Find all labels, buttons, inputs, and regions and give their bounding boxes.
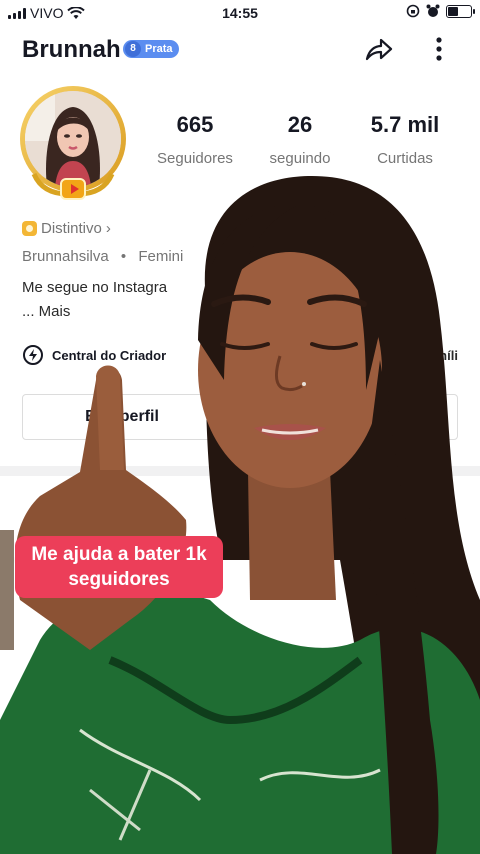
creator-bolt-icon (23, 345, 43, 365)
bio-more-link[interactable]: ... Mais (22, 303, 70, 320)
caption-sticker: Me ajuda a bater 1k seguidores (15, 536, 223, 598)
avatar[interactable] (16, 84, 130, 202)
handle-text: Brunnahsilva (22, 248, 109, 265)
caption-line-2: seguidores (68, 569, 170, 590)
gender-tag: Femini (138, 248, 184, 265)
alarm-icon (426, 4, 440, 17)
creator-center-link[interactable]: Central do Criador (22, 344, 166, 366)
stat-followers[interactable]: 665 Seguidores (150, 112, 240, 167)
instagram-button[interactable] (410, 394, 458, 440)
battery-icon (446, 4, 475, 18)
video-thumbnail[interactable] (0, 530, 14, 650)
live-badge-icon (60, 178, 86, 200)
likes-label: Curtidas (377, 150, 433, 167)
followers-count: 665 (176, 112, 214, 137)
caption-line-1: Me ajuda a bater 1k (31, 544, 207, 565)
badge-icon: 8 (125, 41, 141, 57)
handle-line: Brunnahsilva • Femini (22, 248, 183, 265)
instagram-icon (426, 408, 444, 426)
edit-profile-button[interactable]: Edit perfil (22, 394, 222, 440)
separator-dot: • (120, 248, 127, 265)
distintivo-link[interactable]: Distintivo › (22, 220, 111, 237)
followers-label: Seguidores (157, 150, 233, 167)
status-right (406, 4, 475, 18)
family-label: famíli (424, 348, 458, 363)
section-divider (0, 466, 480, 476)
profile-header: Brunnah 8 Prata (0, 26, 480, 76)
distintivo-label: Distintivo (41, 220, 102, 237)
bio-text: Me segue no Instagra (22, 279, 168, 296)
distintivo-icon (22, 221, 37, 236)
rotation-lock-icon (406, 4, 420, 18)
username-title: Brunnah (22, 36, 121, 63)
more-icon[interactable] (428, 32, 450, 66)
stat-likes[interactable]: 5.7 mil Curtidas (362, 112, 448, 167)
rank-badge[interactable]: 8 Prata (123, 40, 179, 58)
creator-center-label: Central do Criador (52, 347, 167, 363)
following-label: seguindo (269, 150, 331, 167)
badge-label: Prata (145, 43, 173, 55)
stat-following[interactable]: 26 seguindo (262, 112, 338, 167)
following-count: 26 (287, 112, 313, 137)
status-bar: VIVO 14:55 (0, 0, 480, 26)
chevron-right-icon: › (105, 220, 111, 237)
likes-count: 5.7 mil (370, 112, 440, 137)
bottom-text-fragment: In (32, 834, 43, 848)
share-icon[interactable] (362, 32, 396, 66)
